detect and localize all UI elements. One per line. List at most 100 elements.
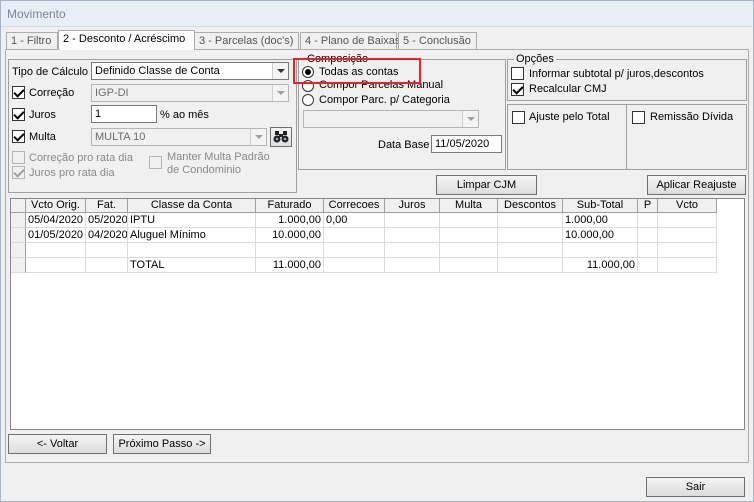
table-cell[interactable] <box>498 243 563 258</box>
compor-categoria-label: Compor Parc. p/ Categoria <box>319 94 450 106</box>
table-cell[interactable] <box>638 258 658 273</box>
table-cell[interactable] <box>658 228 717 243</box>
multa-select[interactable]: MULTA 10 <box>91 128 267 146</box>
tab-plano-de-baixas[interactable]: 4 - Plano de Baixas <box>300 32 400 50</box>
correcao-pro-rata-checkbox[interactable] <box>12 151 25 164</box>
table-cell[interactable] <box>658 258 717 273</box>
column-header[interactable]: Fat. <box>86 199 128 213</box>
row-indicator[interactable] <box>11 243 26 258</box>
table-cell[interactable]: 10.000,00 <box>256 228 324 243</box>
table-cell[interactable] <box>638 228 658 243</box>
sair-button[interactable]: Sair <box>646 477 745 497</box>
ajuste-total-checkbox[interactable] <box>512 111 525 124</box>
chevron-down-icon[interactable] <box>272 63 288 79</box>
proximo-passo-button[interactable]: Próximo Passo -> <box>113 434 211 454</box>
table-cell[interactable] <box>638 213 658 228</box>
table-cell[interactable] <box>440 258 498 273</box>
chevron-down-icon[interactable] <box>462 111 478 127</box>
table-cell[interactable] <box>324 243 385 258</box>
row-indicator[interactable] <box>11 213 26 228</box>
limpar-cjm-button[interactable]: Limpar CJM <box>436 175 537 195</box>
table-cell[interactable] <box>563 243 638 258</box>
juros-input[interactable]: 1 <box>91 105 157 123</box>
correcao-checkbox[interactable] <box>12 86 25 99</box>
table-cell[interactable]: 11.000,00 <box>256 258 324 273</box>
table-cell[interactable] <box>26 258 86 273</box>
manter-multa-label-1: Manter Multa Padrão <box>167 151 270 163</box>
juros-pro-rata-checkbox[interactable] <box>12 166 25 179</box>
column-header[interactable]: Descontos <box>498 199 563 213</box>
recalcular-cmj-checkbox[interactable] <box>511 83 524 96</box>
column-header[interactable]: Vcto <box>658 199 717 213</box>
table-cell[interactable]: 0,00 <box>324 213 385 228</box>
table-cell[interactable] <box>385 213 440 228</box>
compor-categoria-radio[interactable] <box>302 94 314 106</box>
table-cell[interactable]: 04/2020 <box>86 228 128 243</box>
data-base-input[interactable]: 11/05/2020 <box>431 135 502 153</box>
column-header[interactable]: Classe da Conta <box>128 199 256 213</box>
tipo-calculo-select[interactable]: Definido Classe de Conta <box>91 62 289 80</box>
table-cell[interactable] <box>86 258 128 273</box>
column-header[interactable]: Vcto Orig. <box>26 199 86 213</box>
table-cell[interactable] <box>658 213 717 228</box>
juros-checkbox[interactable] <box>12 108 25 121</box>
column-header[interactable]: Multa <box>440 199 498 213</box>
voltar-button[interactable]: <- Voltar <box>8 434 107 454</box>
table-cell[interactable] <box>440 213 498 228</box>
row-indicator[interactable] <box>11 228 26 243</box>
column-header[interactable]: Correcoes <box>324 199 385 213</box>
tab-parcelas[interactable]: 3 - Parcelas (doc's) <box>194 32 299 50</box>
table-cell[interactable] <box>26 243 86 258</box>
table-cell[interactable]: 01/05/2020 <box>26 228 86 243</box>
categoria-select[interactable] <box>303 110 479 128</box>
divider <box>626 105 627 169</box>
table-cell[interactable] <box>638 243 658 258</box>
table-cell[interactable] <box>128 243 256 258</box>
table-cell[interactable]: IPTU <box>128 213 256 228</box>
highlight-box <box>293 58 421 84</box>
manter-multa-label-2: de Condominio <box>167 164 241 176</box>
chevron-down-icon[interactable] <box>250 129 266 145</box>
column-header[interactable]: Juros <box>385 199 440 213</box>
table-cell[interactable] <box>86 243 128 258</box>
table-cell[interactable] <box>385 228 440 243</box>
juros-label: Juros <box>29 109 56 121</box>
table-cell[interactable] <box>440 228 498 243</box>
recalcular-cmj-label: Recalcular CMJ <box>529 83 607 95</box>
chevron-down-icon[interactable] <box>272 85 288 101</box>
aplicar-reajuste-button[interactable]: Aplicar Reajuste <box>647 175 746 195</box>
table-cell[interactable] <box>498 258 563 273</box>
remissao-divida-checkbox[interactable] <box>632 111 645 124</box>
correcao-select[interactable]: IGP-DI <box>91 84 289 102</box>
tab-conclusao[interactable]: 5 - Conclusão <box>398 32 477 50</box>
table-cell[interactable]: 05/2020 <box>86 213 128 228</box>
row-indicator[interactable] <box>11 258 26 273</box>
table-cell[interactable] <box>658 243 717 258</box>
table-cell[interactable] <box>324 228 385 243</box>
table-cell[interactable] <box>385 258 440 273</box>
table-cell[interactable] <box>385 243 440 258</box>
column-header[interactable]: P <box>638 199 658 213</box>
table-cell[interactable]: 1.000,00 <box>256 213 324 228</box>
tab-desconto-acrescimo[interactable]: 2 - Desconto / Acréscimo <box>58 30 195 50</box>
parcelas-table: Vcto Orig. Fat. Classe da Conta Faturado… <box>10 198 745 430</box>
multa-checkbox[interactable] <box>12 130 25 143</box>
informar-subtotal-checkbox[interactable] <box>511 67 524 80</box>
binoculars-button[interactable] <box>270 127 292 147</box>
table-cell[interactable] <box>498 213 563 228</box>
table-cell[interactable]: TOTAL <box>128 258 256 273</box>
table-cell[interactable] <box>256 243 324 258</box>
table-cell[interactable] <box>324 258 385 273</box>
table-cell[interactable]: 11.000,00 <box>563 258 638 273</box>
column-header[interactable]: Sub-Total <box>563 199 638 213</box>
manter-multa-checkbox[interactable] <box>149 156 162 169</box>
movimento-window: Movimento 1 - Filtro 2 - Desconto / Acré… <box>0 0 754 502</box>
tab-filtro[interactable]: 1 - Filtro <box>6 32 58 50</box>
table-cell[interactable]: 05/04/2020 <box>26 213 86 228</box>
column-header[interactable]: Faturado <box>256 199 324 213</box>
table-cell[interactable]: Aluguel Mínimo <box>128 228 256 243</box>
table-cell[interactable]: 1.000,00 <box>563 213 638 228</box>
table-cell[interactable] <box>498 228 563 243</box>
table-cell[interactable]: 10.000,00 <box>563 228 638 243</box>
table-cell[interactable] <box>440 243 498 258</box>
